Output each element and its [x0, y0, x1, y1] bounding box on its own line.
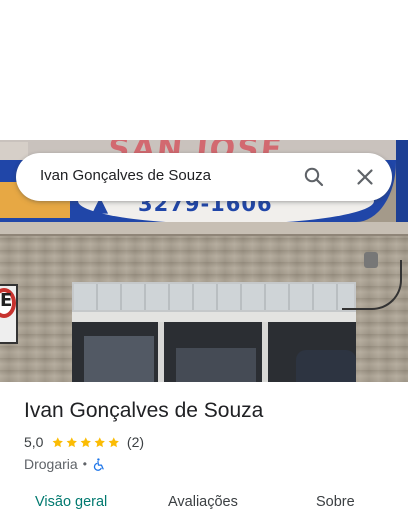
place-tabs: Visão geral Avaliações Sobre — [0, 484, 408, 522]
star-icon — [53, 436, 64, 447]
search-input[interactable]: Ivan Gonçalves de Souza — [40, 167, 211, 184]
place-category[interactable]: Drogaria — [24, 456, 78, 472]
storefront-shelf — [176, 348, 256, 382]
tab-about[interactable]: Sobre — [316, 494, 355, 510]
star-rating — [51, 436, 120, 449]
search-icon[interactable] — [302, 165, 326, 189]
rating-row[interactable]: 5,0 (2) — [24, 433, 144, 451]
storefront-side-sign — [396, 140, 408, 230]
storefront-awning — [0, 222, 408, 236]
parked-car — [296, 350, 356, 382]
storefront-door-post — [158, 322, 164, 382]
storefront-door-post — [262, 322, 268, 382]
wheelchair-icon — [93, 457, 104, 471]
place-title: Ivan Gonçalves de Souza — [24, 399, 264, 422]
tab-reviews[interactable]: Avaliações — [168, 494, 238, 510]
tab-overview[interactable]: Visão geral — [35, 494, 107, 510]
star-icon — [94, 436, 106, 447]
category-row: Drogaria • — [24, 455, 106, 473]
star-icon — [80, 436, 92, 447]
separator-dot: • — [82, 457, 87, 471]
storefront-door-frame — [72, 312, 356, 322]
review-count[interactable]: (2) — [127, 434, 144, 450]
storefront-interior — [84, 336, 154, 382]
top-blank-area — [0, 0, 408, 140]
street-sign-letter: E — [0, 290, 13, 311]
storefront-sign-corner — [0, 142, 28, 160]
rating-value: 5,0 — [24, 434, 44, 450]
star-icon — [66, 436, 78, 447]
storefront-transom-window — [72, 282, 356, 312]
star-icon — [108, 436, 119, 447]
close-icon[interactable] — [353, 165, 377, 189]
search-bar[interactable]: Ivan Gonçalves de Souza — [16, 153, 392, 201]
